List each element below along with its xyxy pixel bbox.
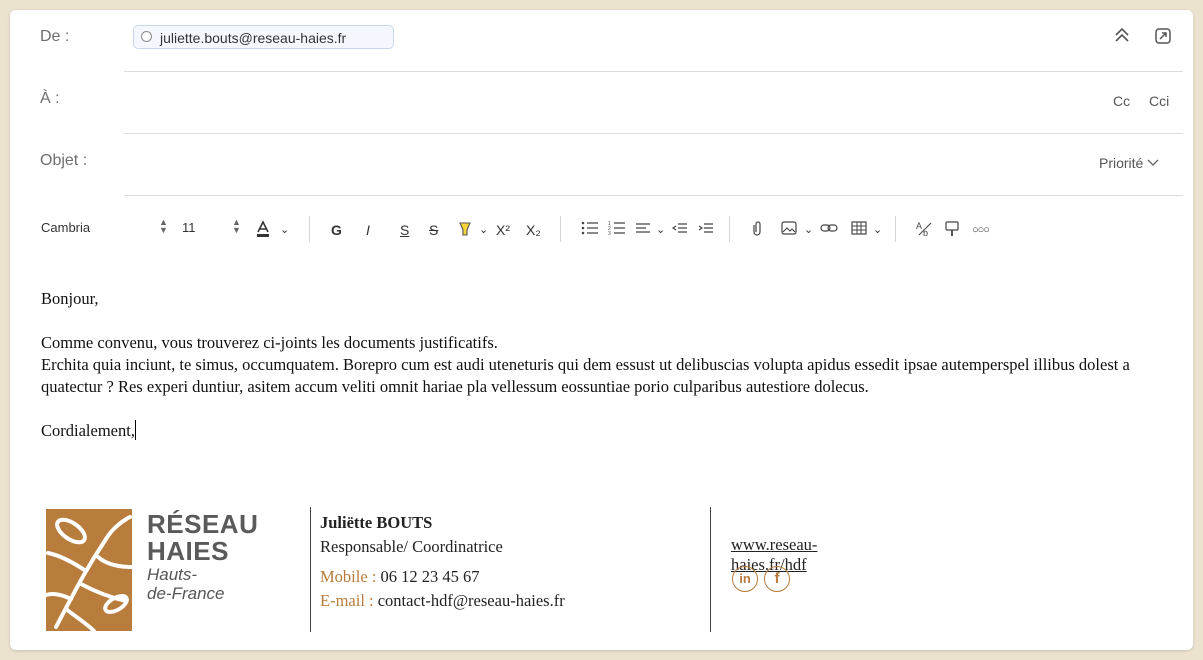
from-address: juliette.bouts@reseau-haies.fr — [160, 30, 347, 46]
chevron-down-icon[interactable]: ⌄ — [804, 220, 813, 240]
to-label: À : — [40, 90, 60, 107]
chevron-down-icon[interactable]: ⌄ — [656, 220, 665, 240]
chevron-down-icon[interactable]: ⌄ — [280, 220, 289, 240]
priority-label: Priorité — [1099, 155, 1144, 171]
collapse-header-icon[interactable] — [1114, 26, 1130, 49]
font-family-stepper-icon[interactable]: ▲ ▼ — [159, 218, 168, 235]
italic-button[interactable]: I — [366, 220, 370, 240]
facebook-icon[interactable]: f — [764, 566, 790, 592]
from-label: De : — [40, 28, 70, 45]
signature-name: Juliëtte BOUTS — [320, 513, 433, 532]
linkedin-icon[interactable]: in — [732, 566, 758, 592]
email-value: contact-hdf@reseau-haies.fr — [377, 591, 565, 610]
priority-dropdown[interactable]: Priorité — [1099, 155, 1159, 171]
insert-image-icon[interactable] — [781, 220, 797, 241]
indent-icon[interactable] — [698, 220, 714, 241]
signature-contact: Juliëtte BOUTS Responsable/ Coordinatric… — [320, 511, 565, 613]
toolbar-separator — [309, 216, 310, 242]
align-left-icon[interactable] — [635, 220, 651, 241]
message-body[interactable]: Bonjour, Comme convenu, vous trouverez c… — [41, 288, 1171, 442]
chevron-down-icon[interactable]: ⌄ — [873, 220, 882, 240]
logo-line1: RÉSEAU — [147, 509, 259, 539]
font-size-select[interactable]: 11 — [182, 220, 196, 235]
account-radio-icon — [141, 31, 152, 42]
link-icon[interactable] — [820, 220, 838, 241]
signature-divider — [310, 507, 311, 632]
text-cursor — [134, 420, 136, 440]
body-line: Comme convenu, vous trouverez ci-joints … — [41, 333, 498, 352]
table-icon[interactable] — [851, 220, 867, 241]
subject-row[interactable]: Objet : Priorité — [10, 134, 1193, 196]
font-size-stepper-icon[interactable]: ▲ ▼ — [232, 218, 241, 235]
subject-label: Objet : — [40, 152, 88, 169]
greeting: Bonjour, — [41, 289, 99, 308]
more-options-icon[interactable]: ○○○ — [972, 220, 990, 240]
svg-text:3: 3 — [608, 231, 611, 236]
closing: Cordialement, — [41, 421, 135, 440]
subscript-button[interactable]: X₂ — [526, 220, 541, 240]
format-toolbar: Cambria ▲ ▼ 11 ▲ ▼ ⌄ G I S S ⌄ X² X₂ 123 ⌄ — [10, 210, 1193, 250]
superscript-button[interactable]: X² — [496, 220, 510, 240]
mobile-value: 06 12 23 45 67 — [380, 567, 480, 586]
compose-window: De : juliette.bouts@reseau-haies.fr À : … — [10, 10, 1193, 650]
from-row: De : juliette.bouts@reseau-haies.fr — [10, 10, 1193, 72]
divider — [124, 195, 1183, 196]
font-family-select[interactable]: Cambria — [41, 220, 90, 235]
outdent-icon[interactable] — [671, 220, 688, 241]
signature-divider — [710, 507, 711, 632]
bcc-button[interactable]: Cci — [1149, 93, 1169, 109]
leaf-logo-icon — [44, 509, 134, 633]
attachment-icon[interactable] — [751, 220, 763, 243]
to-row[interactable]: À : Cc Cci — [10, 72, 1193, 134]
svg-text:A: A — [916, 221, 922, 231]
toolbar-separator — [560, 216, 561, 242]
bullet-list-icon[interactable] — [581, 220, 599, 241]
logo-wordmark: RÉSEAU HAIES Hauts- de-France — [147, 509, 259, 604]
chevron-down-icon — [1147, 159, 1159, 166]
spellcheck-icon[interactable]: Ab — [916, 220, 934, 243]
body-paragraph: Erchita quia inciunt, te simus, occumqua… — [41, 355, 1130, 396]
email-label: E-mail : — [320, 591, 378, 610]
from-account-selector[interactable]: juliette.bouts@reseau-haies.fr — [133, 25, 394, 49]
logo-line2: HAIES — [147, 536, 229, 566]
highlighter-icon[interactable] — [457, 220, 473, 243]
toolbar-separator — [729, 216, 730, 242]
email-signature: RÉSEAU HAIES Hauts- de-France Juliëtte B… — [44, 507, 846, 637]
text-color-icon[interactable] — [255, 220, 271, 243]
bold-button[interactable]: G — [331, 220, 342, 240]
chevron-down-icon[interactable]: ⌄ — [479, 220, 488, 240]
popout-window-icon[interactable] — [1154, 27, 1172, 48]
mobile-label: Mobile : — [320, 567, 381, 586]
signature-role: Responsable/ Coordinatrice — [320, 537, 503, 556]
numbered-list-icon[interactable]: 123 — [608, 220, 626, 241]
underline-button[interactable]: S — [400, 220, 409, 240]
cc-button[interactable]: Cc — [1113, 93, 1130, 109]
logo-line4: de-France — [147, 584, 225, 603]
toolbar-separator — [895, 216, 896, 242]
logo-line3: Hauts- — [147, 565, 198, 584]
strikethrough-button[interactable]: S — [429, 220, 438, 240]
format-painter-icon[interactable] — [944, 220, 960, 243]
